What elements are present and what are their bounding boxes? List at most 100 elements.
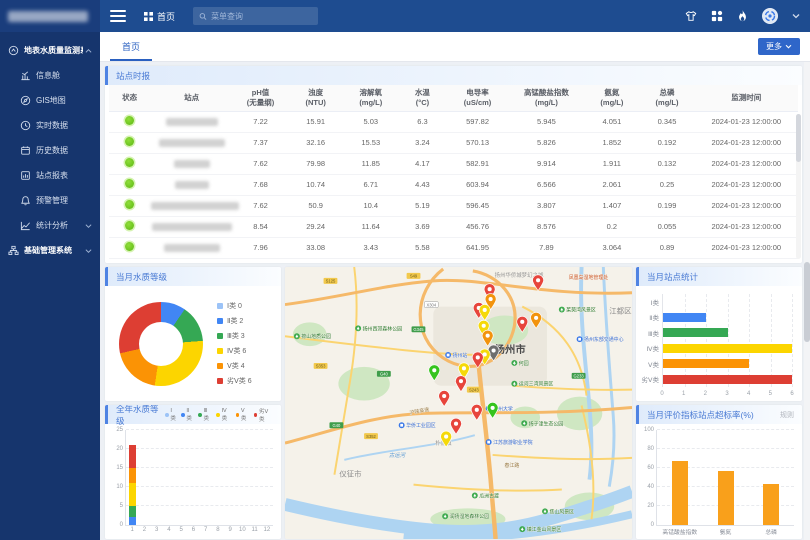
svg-text:瓜洲古渡: 瓜洲古渡 bbox=[479, 492, 499, 499]
bar-0[interactable] bbox=[672, 461, 688, 525]
more-button[interactable]: 更多 bbox=[758, 38, 800, 55]
x-tick: 5 bbox=[179, 527, 182, 533]
sidebar-section-water-monitor[interactable]: 地表水质量监测系统 bbox=[0, 38, 100, 63]
legend-item[interactable]: Ⅱ类 bbox=[181, 407, 194, 423]
table-scrollbar[interactable] bbox=[796, 114, 801, 259]
bar-chart[interactable]: 020406080100高锰酸盐指数氨氮总磷 bbox=[656, 430, 794, 526]
stacked-bar-chart[interactable]: 0510152025123456789101112 bbox=[125, 430, 273, 526]
sidebar-section-base-manage[interactable]: 基础管理系统 bbox=[0, 238, 100, 263]
svg-text:焦山风景区: 焦山风景区 bbox=[549, 508, 574, 515]
sidebar-item-1[interactable]: GIS地图 bbox=[0, 88, 100, 113]
road-shield: S125 bbox=[324, 278, 338, 284]
scrollbar-thumb[interactable] bbox=[796, 114, 801, 162]
legend-item[interactable]: Ⅰ类 0 bbox=[217, 301, 252, 311]
table-row[interactable]: 8.5429.2411.643.69456.768.5760.20.055202… bbox=[109, 216, 798, 237]
table-row[interactable]: 7.6250.910.45.19596.453.8071.4070.199202… bbox=[109, 195, 798, 216]
panel-title: 站点时报 bbox=[116, 70, 150, 82]
search-box[interactable] bbox=[193, 7, 318, 25]
tab-home[interactable]: 首页 bbox=[110, 32, 152, 61]
grid-icon bbox=[144, 12, 153, 21]
segment-Ⅴ类 bbox=[129, 468, 136, 483]
rules-link[interactable]: 规则 bbox=[780, 410, 794, 420]
x-tick: 10 bbox=[239, 527, 246, 533]
svg-text:江苏旅游职业学院: 江苏旅游职业学院 bbox=[493, 439, 533, 446]
flame-icon[interactable] bbox=[737, 10, 748, 22]
stacked-bar-month-1[interactable] bbox=[129, 430, 136, 525]
map-label-poi: 扬州东部交通中心 bbox=[577, 336, 624, 343]
trend-icon bbox=[20, 220, 31, 231]
sitemap-icon bbox=[8, 245, 19, 256]
road-shield: X304 bbox=[424, 302, 438, 308]
bar-row[interactable]: Ⅱ类 bbox=[663, 312, 792, 322]
theme-icon[interactable] bbox=[685, 10, 697, 22]
map-panel[interactable]: S125S49X304S353G40G40S352S243G233G345 扬州… bbox=[285, 267, 632, 539]
bar-row[interactable]: Ⅳ类 bbox=[663, 343, 792, 353]
legend-item[interactable]: 劣Ⅴ类 bbox=[254, 407, 273, 423]
table-row[interactable]: 7.6810.746.714.43603.946.5662.0610.25202… bbox=[109, 174, 798, 195]
legend-item[interactable]: Ⅳ类 bbox=[216, 407, 231, 423]
caret-down-icon bbox=[85, 223, 92, 229]
road-shield: S243 bbox=[467, 387, 481, 393]
sidebar-item-0[interactable]: 信息舱 bbox=[0, 63, 100, 88]
legend-item[interactable]: Ⅲ类 bbox=[198, 407, 212, 423]
donut-ring[interactable] bbox=[119, 302, 203, 386]
legend-item[interactable]: 劣Ⅴ类 6 bbox=[217, 376, 252, 386]
search-input[interactable] bbox=[211, 12, 312, 21]
col-header: 浊度(NTU) bbox=[288, 85, 343, 111]
hbar-chart[interactable]: Ⅰ类Ⅱ类Ⅲ类Ⅳ类Ⅴ类劣Ⅴ类 0123456 bbox=[636, 286, 802, 401]
panel-title: 全年水质等级 bbox=[116, 405, 165, 427]
table-row[interactable]: 7.6279.9811.854.17582.919.9141.9110.1322… bbox=[109, 153, 798, 174]
bar-row[interactable]: 劣Ⅴ类 bbox=[663, 374, 792, 384]
main-area: 首页 首页 更多 站点时报 bbox=[100, 0, 810, 540]
apps-icon[interactable] bbox=[711, 10, 723, 22]
svg-text:镇江金山风景区: 镇江金山风景区 bbox=[527, 526, 562, 533]
legend-item[interactable]: Ⅴ类 bbox=[236, 407, 250, 423]
table-row[interactable]: 7.2215.915.036.3597.825.9454.0510.345202… bbox=[109, 111, 798, 132]
bar-2[interactable] bbox=[763, 484, 779, 525]
compass-icon bbox=[20, 95, 31, 106]
bar-row[interactable]: Ⅲ类 bbox=[663, 328, 792, 338]
sidebar-item-5[interactable]: 预警管理 bbox=[0, 188, 100, 213]
status-dot-normal bbox=[125, 242, 134, 251]
bar-1[interactable] bbox=[718, 471, 734, 525]
road-shield: G40 bbox=[377, 371, 391, 377]
bar-row[interactable]: Ⅴ类 bbox=[663, 359, 792, 369]
table-row[interactable]: 7.3732.1615.533.24570.135.8261.8520.1922… bbox=[109, 132, 798, 153]
svg-text:S353: S353 bbox=[316, 364, 326, 369]
sidebar-item-2[interactable]: 实时数据 bbox=[0, 113, 100, 138]
chevron-down-icon[interactable] bbox=[792, 13, 800, 19]
sidebar: 地表水质量监测系统信息舱GIS地图实时数据历史数据站点报表预警管理统计分析基础管… bbox=[0, 0, 100, 540]
sidebar-item-3[interactable]: 历史数据 bbox=[0, 138, 100, 163]
svg-text:润扬湿地森林公园: 润扬湿地森林公园 bbox=[450, 513, 490, 520]
legend-item[interactable]: Ⅴ类 4 bbox=[217, 361, 252, 371]
svg-text:G40: G40 bbox=[380, 372, 389, 377]
panel-header: 当月站点统计 bbox=[636, 267, 802, 286]
table-row[interactable]: 7.9633.083.435.58641.957.893.0640.892024… bbox=[109, 237, 798, 258]
svg-text:春江路: 春江路 bbox=[504, 462, 519, 469]
legend-item[interactable]: Ⅰ类 bbox=[165, 407, 177, 423]
breadcrumb[interactable]: 首页 bbox=[144, 10, 175, 23]
legend-item[interactable]: Ⅱ类 2 bbox=[217, 316, 252, 326]
left-column: 当月水质等级 Ⅰ类 0Ⅱ类 2Ⅲ类 3Ⅳ类 6Ⅴ类 4劣Ⅴ类 6 全年水质等级 … bbox=[105, 267, 281, 539]
dashboard-icon bbox=[20, 70, 31, 81]
avatar[interactable] bbox=[762, 8, 778, 24]
legend-swatch bbox=[217, 318, 223, 324]
road-shield: G40 bbox=[329, 422, 343, 428]
svg-text:运河三湾风景区: 运河三湾风景区 bbox=[519, 381, 554, 388]
sidebar-item-6[interactable]: 统计分析 bbox=[0, 213, 100, 238]
col-header: 高锰酸盐指数(mg/L) bbox=[509, 85, 585, 111]
page-scrollbar[interactable] bbox=[804, 62, 810, 540]
legend-item[interactable]: Ⅳ类 6 bbox=[217, 346, 252, 356]
scrollbar-thumb[interactable] bbox=[804, 262, 810, 342]
x-tick: 2 bbox=[143, 527, 146, 533]
monitor-time: 2024-01-23 12:00:00 bbox=[695, 195, 798, 216]
station-name-redacted bbox=[174, 160, 210, 168]
station-table: 状态站点pH值(无量纲)浊度(NTU)溶解氧(mg/L)水温(°C)电导率(uS… bbox=[109, 85, 798, 259]
bar-row[interactable]: Ⅰ类 bbox=[663, 297, 792, 307]
svg-text:仪征市: 仪征市 bbox=[339, 469, 362, 479]
hamburger-menu-icon[interactable] bbox=[110, 10, 126, 22]
map-canvas[interactable]: S125S49X304S353G40G40S352S243G233G345 扬州… bbox=[285, 267, 632, 539]
legend-item[interactable]: Ⅲ类 3 bbox=[217, 331, 252, 341]
sidebar-item-4[interactable]: 站点报表 bbox=[0, 163, 100, 188]
svg-text:捺山地质公园: 捺山地质公园 bbox=[301, 333, 331, 340]
